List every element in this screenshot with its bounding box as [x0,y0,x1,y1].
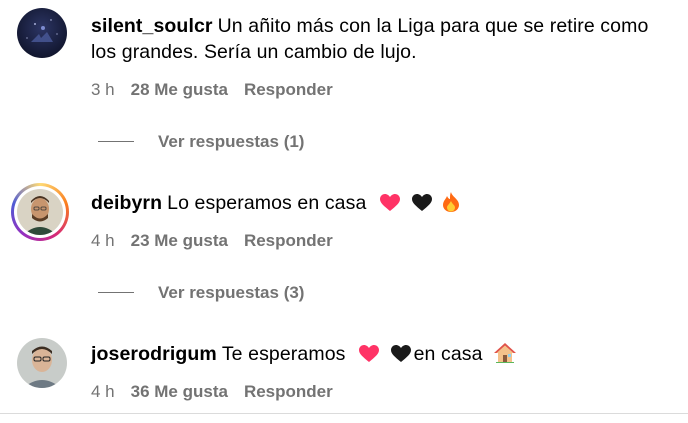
pink-heart-icon [359,344,380,370]
replies-divider-line [98,141,134,142]
comment-text: silent_soulcr Un añito más con la Liga pa… [91,13,672,65]
avatar [17,189,63,235]
pink-heart-icon [379,193,400,219]
view-replies-button[interactable]: Ver respuestas (3) [98,283,304,303]
comment-body: Lo esperamos en casa [167,192,367,214]
comment-text: joserodrigum Te esperamos en casa [91,341,672,370]
timestamp[interactable]: 3 h [91,80,115,99]
comment-meta: 4 h 23 Me gusta Responder [91,231,349,251]
likes-count[interactable]: 36 Me gusta [131,382,228,401]
comment-meta: 3 h 28 Me gusta Responder [91,80,349,100]
view-replies-button[interactable]: Ver respuestas (1) [98,132,304,152]
black-heart-icon [411,193,432,219]
avatar[interactable] [17,8,67,58]
view-replies-label: Ver respuestas (1) [158,132,305,151]
timestamp[interactable]: 4 h [91,231,115,250]
comment-body-end: en casa [413,343,483,365]
replies-divider-line [98,292,134,293]
section-divider [0,413,688,414]
reply-button[interactable]: Responder [244,80,333,99]
house-icon [494,343,517,370]
comment-meta: 4 h 36 Me gusta Responder [91,382,349,402]
reply-button[interactable]: Responder [244,231,333,250]
black-heart-icon [390,344,411,370]
comment-text: deibyrn Lo esperamos en casa [91,190,672,219]
reply-button[interactable]: Responder [244,382,333,401]
username[interactable]: deibyrn [91,192,162,214]
timestamp[interactable]: 4 h [91,382,115,401]
username[interactable]: silent_soulcr [91,15,213,37]
username[interactable]: joserodrigum [91,343,217,365]
comment-body-start: Te esperamos [221,343,346,365]
view-replies-label: Ver respuestas (3) [158,283,305,302]
story-ring[interactable] [11,183,69,241]
likes-count[interactable]: 23 Me gusta [131,231,228,250]
likes-count[interactable]: 28 Me gusta [131,80,228,99]
avatar[interactable] [17,338,67,388]
fire-icon [443,192,460,219]
